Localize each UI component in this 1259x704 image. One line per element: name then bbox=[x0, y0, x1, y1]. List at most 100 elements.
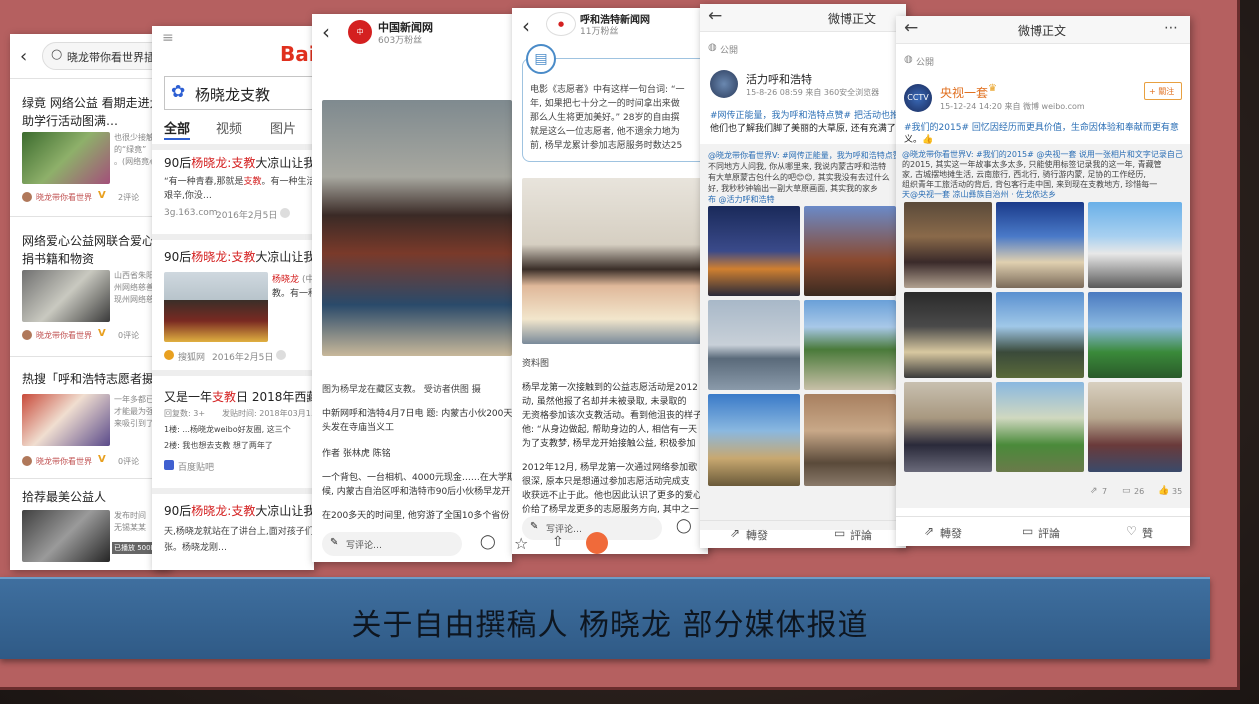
back-arrow-icon[interactable]: ← bbox=[904, 18, 918, 38]
card-chinanews: ‹ 中 中国新闻网 603万粉丝 图为杨早龙在藏区支教。 受访者供图 摄 中新网… bbox=[312, 14, 512, 562]
visibility-label: 公開 bbox=[720, 46, 739, 56]
item-source: 晓龙带你看世界 bbox=[36, 457, 92, 466]
post-image[interactable] bbox=[904, 202, 992, 288]
comment-icon[interactable]: ▭ bbox=[834, 526, 845, 540]
search-result[interactable]: 又是一年支教日 2018年西藏 回复数: 3+ 发贴时间: 2018年03月1…… bbox=[152, 386, 314, 486]
item-title: 拾荐最美公益人 bbox=[22, 490, 107, 504]
post-image[interactable] bbox=[904, 382, 992, 472]
pen-icon: ✎ bbox=[330, 537, 339, 548]
star-icon[interactable]: ☆ bbox=[514, 534, 528, 553]
post-image[interactable] bbox=[1088, 382, 1182, 472]
article-paragraph: 2012年12月, 杨早龙第一次通过网络参加歌 bbox=[522, 463, 698, 473]
photo-caption: 资料图 bbox=[522, 359, 550, 369]
search-box[interactable]: ○ 晓龙带你看世界插 bbox=[42, 42, 170, 70]
paw-icon: ✿ bbox=[171, 82, 186, 102]
post-text: 他们也了解我们脚了美丽的大草原, 还有充满了 bbox=[710, 124, 896, 134]
post-image[interactable] bbox=[996, 292, 1084, 378]
article-paragraph: 价给了杨早龙更多的志愿服务方向, 其中之一 bbox=[522, 505, 699, 515]
repost-count-icon[interactable]: ⇗ bbox=[1090, 486, 1098, 496]
item-source: 晓龙带你看世界 bbox=[36, 193, 92, 202]
search-result[interactable]: 90后杨晓龙:支教大凉山让我 “有一种青春,那就是支教。有一种生活 艰辛,你没…… bbox=[152, 152, 314, 232]
article-paragraph: 一个背包、一台相机、4000元现金……在大学期 bbox=[322, 473, 512, 483]
like-button[interactable]: 贊 bbox=[1142, 525, 1153, 541]
post-image[interactable] bbox=[804, 394, 896, 486]
post-image[interactable] bbox=[804, 206, 896, 296]
back-icon[interactable]: ‹ bbox=[20, 46, 27, 67]
post-image[interactable] bbox=[1088, 292, 1182, 378]
background: ‹ ○ 晓龙带你看世界插 绿竟 网络公益 看期走进大 助学行活动图满… 也很少接… bbox=[0, 0, 1259, 704]
item-snippet: 发布时间 bbox=[114, 511, 146, 520]
list-item[interactable]: 绿竟 网络公益 看期走进大 助学行活动图满… 也很少接触和 的“绿竟” 。(网络… bbox=[10, 86, 170, 206]
item-comments: 0评论 bbox=[118, 331, 140, 340]
result-source: 3g.163.com bbox=[164, 208, 218, 218]
news-photo bbox=[522, 178, 708, 344]
article-author: 作者 张林虎 陈铭 bbox=[322, 449, 391, 459]
follow-button[interactable]: + 關注 bbox=[1144, 82, 1182, 100]
post-image[interactable] bbox=[1088, 202, 1182, 288]
comment-icon[interactable]: ▭ bbox=[1022, 524, 1033, 538]
chinanews-logo: 中 bbox=[348, 20, 372, 44]
post-image[interactable] bbox=[708, 300, 800, 390]
post-image[interactable] bbox=[996, 382, 1084, 472]
list-item[interactable]: 热搜「呼和浩特志愿者摄影 一年多都已经 才能最为强… 来吸引到了 晓龙带你看世界… bbox=[10, 364, 170, 474]
result-snippet: 杨晓龙 bbox=[272, 275, 300, 285]
back-arrow-icon[interactable]: ← bbox=[708, 6, 722, 26]
result-snippet-2: 教。有一种 bbox=[272, 289, 314, 299]
retweet-text: 布 @活力呼和浩特 bbox=[708, 195, 775, 204]
user-name[interactable]: 活力呼和浩特 bbox=[746, 71, 812, 87]
comment-button[interactable]: 評論 bbox=[1038, 525, 1060, 541]
photo-caption: 图为杨早龙在藏区支教。 受访者供图 摄 bbox=[322, 385, 481, 395]
post-image[interactable] bbox=[708, 394, 800, 486]
more-options-icon[interactable]: ⋯ bbox=[1164, 20, 1178, 36]
menu-icon[interactable]: ≡ bbox=[162, 30, 174, 46]
user-name[interactable]: 央视一套 bbox=[940, 84, 988, 101]
header-title: 微博正文 bbox=[1018, 24, 1067, 38]
follow-label: + 關注 bbox=[1149, 87, 1175, 96]
tab-all[interactable]: 全部 bbox=[164, 118, 190, 137]
repost-button[interactable]: 轉發 bbox=[940, 525, 962, 541]
repost-icon[interactable]: ⇗ bbox=[924, 524, 934, 538]
tab-image[interactable]: 图片 bbox=[270, 118, 296, 137]
search-result[interactable]: 90后杨晓龙:支教大凉山让我 天,杨晓龙就站在了讲台上,面对孩子们 张。杨晓龙刚… bbox=[152, 500, 314, 570]
post-image[interactable] bbox=[996, 202, 1084, 288]
repost-icon[interactable]: ⇗ bbox=[730, 526, 740, 540]
post-image[interactable] bbox=[804, 300, 896, 390]
card-weibo-hohhot: ← 微博正文 ◍ 公開 活力呼和浩特 15-8-26 08:59 来自 360安… bbox=[700, 4, 906, 548]
tab-video[interactable]: 视频 bbox=[216, 118, 242, 137]
back-icon[interactable]: ‹ bbox=[522, 14, 530, 38]
card-hohhot-news: ‹ ● 呼和浩特新闻网 11万粉丝 ▤ 电影《志愿者》中有这样一句台词: “一 … bbox=[512, 8, 708, 554]
result-date: 2016年2月5日 bbox=[212, 353, 274, 363]
search-result[interactable]: 90后杨晓龙:支教大凉山让我 杨晓龙 (中 教。有一种 搜狐网 2016年2月5… bbox=[152, 246, 314, 366]
verified-icon: V bbox=[98, 454, 106, 465]
post-image[interactable] bbox=[904, 292, 992, 378]
search-box[interactable]: ✿ 杨晓龙支教 bbox=[164, 76, 314, 110]
item-comments: 0评论 bbox=[118, 457, 140, 466]
quote-line: 年, 如果把七十分之一的时间拿出来做 bbox=[530, 99, 680, 109]
like-count-icon[interactable]: 👍 bbox=[1158, 486, 1169, 496]
item-snippet: 来吸引到了 bbox=[114, 419, 154, 428]
thumbnail bbox=[22, 394, 110, 446]
post-image[interactable] bbox=[708, 206, 800, 296]
globe-icon: ◍ bbox=[904, 54, 913, 65]
like-icon[interactable]: ♡ bbox=[1126, 524, 1137, 538]
back-icon[interactable]: ‹ bbox=[322, 20, 330, 44]
comment-icon[interactable]: ◯ bbox=[480, 534, 496, 550]
repost-button[interactable]: 轉發 bbox=[746, 527, 768, 543]
avatar: CCTV bbox=[904, 84, 932, 112]
item-snippet: 无锡某某 bbox=[114, 523, 146, 532]
reply-badge-icon[interactable] bbox=[586, 532, 608, 554]
more-icon[interactable] bbox=[280, 208, 290, 218]
share-icon[interactable]: ⇧ bbox=[552, 534, 564, 550]
list-item[interactable]: 拾荐最美公益人 发布时间 无锡某某 已播放 500M bbox=[10, 482, 170, 570]
item-snippet: 的“绿竟” bbox=[114, 145, 147, 154]
comment-count-icon[interactable]: ▭ bbox=[1122, 486, 1131, 496]
comment-input[interactable]: ✎ 写评论… bbox=[322, 532, 462, 556]
list-item[interactable]: 网络爱心公益网联合爱心人 捐书籍和物资 山西省朱阳 州网络慈善会 现州网络慈善 … bbox=[10, 224, 170, 344]
more-icon[interactable] bbox=[276, 350, 286, 360]
item-title: 热搜「呼和浩特志愿者摄影 bbox=[22, 372, 167, 386]
comment-icon[interactable]: ◯ bbox=[676, 518, 692, 534]
slide-caption: 关于自由撰稿人 杨晓龙 部分媒体报道 bbox=[351, 608, 869, 643]
item-comments: 2评论 bbox=[118, 193, 140, 202]
retweet-text: @晓龙带你看世界V: #网传正能量，我为呼和浩特点赞 bbox=[708, 151, 901, 160]
comment-button[interactable]: 評論 bbox=[850, 527, 872, 543]
